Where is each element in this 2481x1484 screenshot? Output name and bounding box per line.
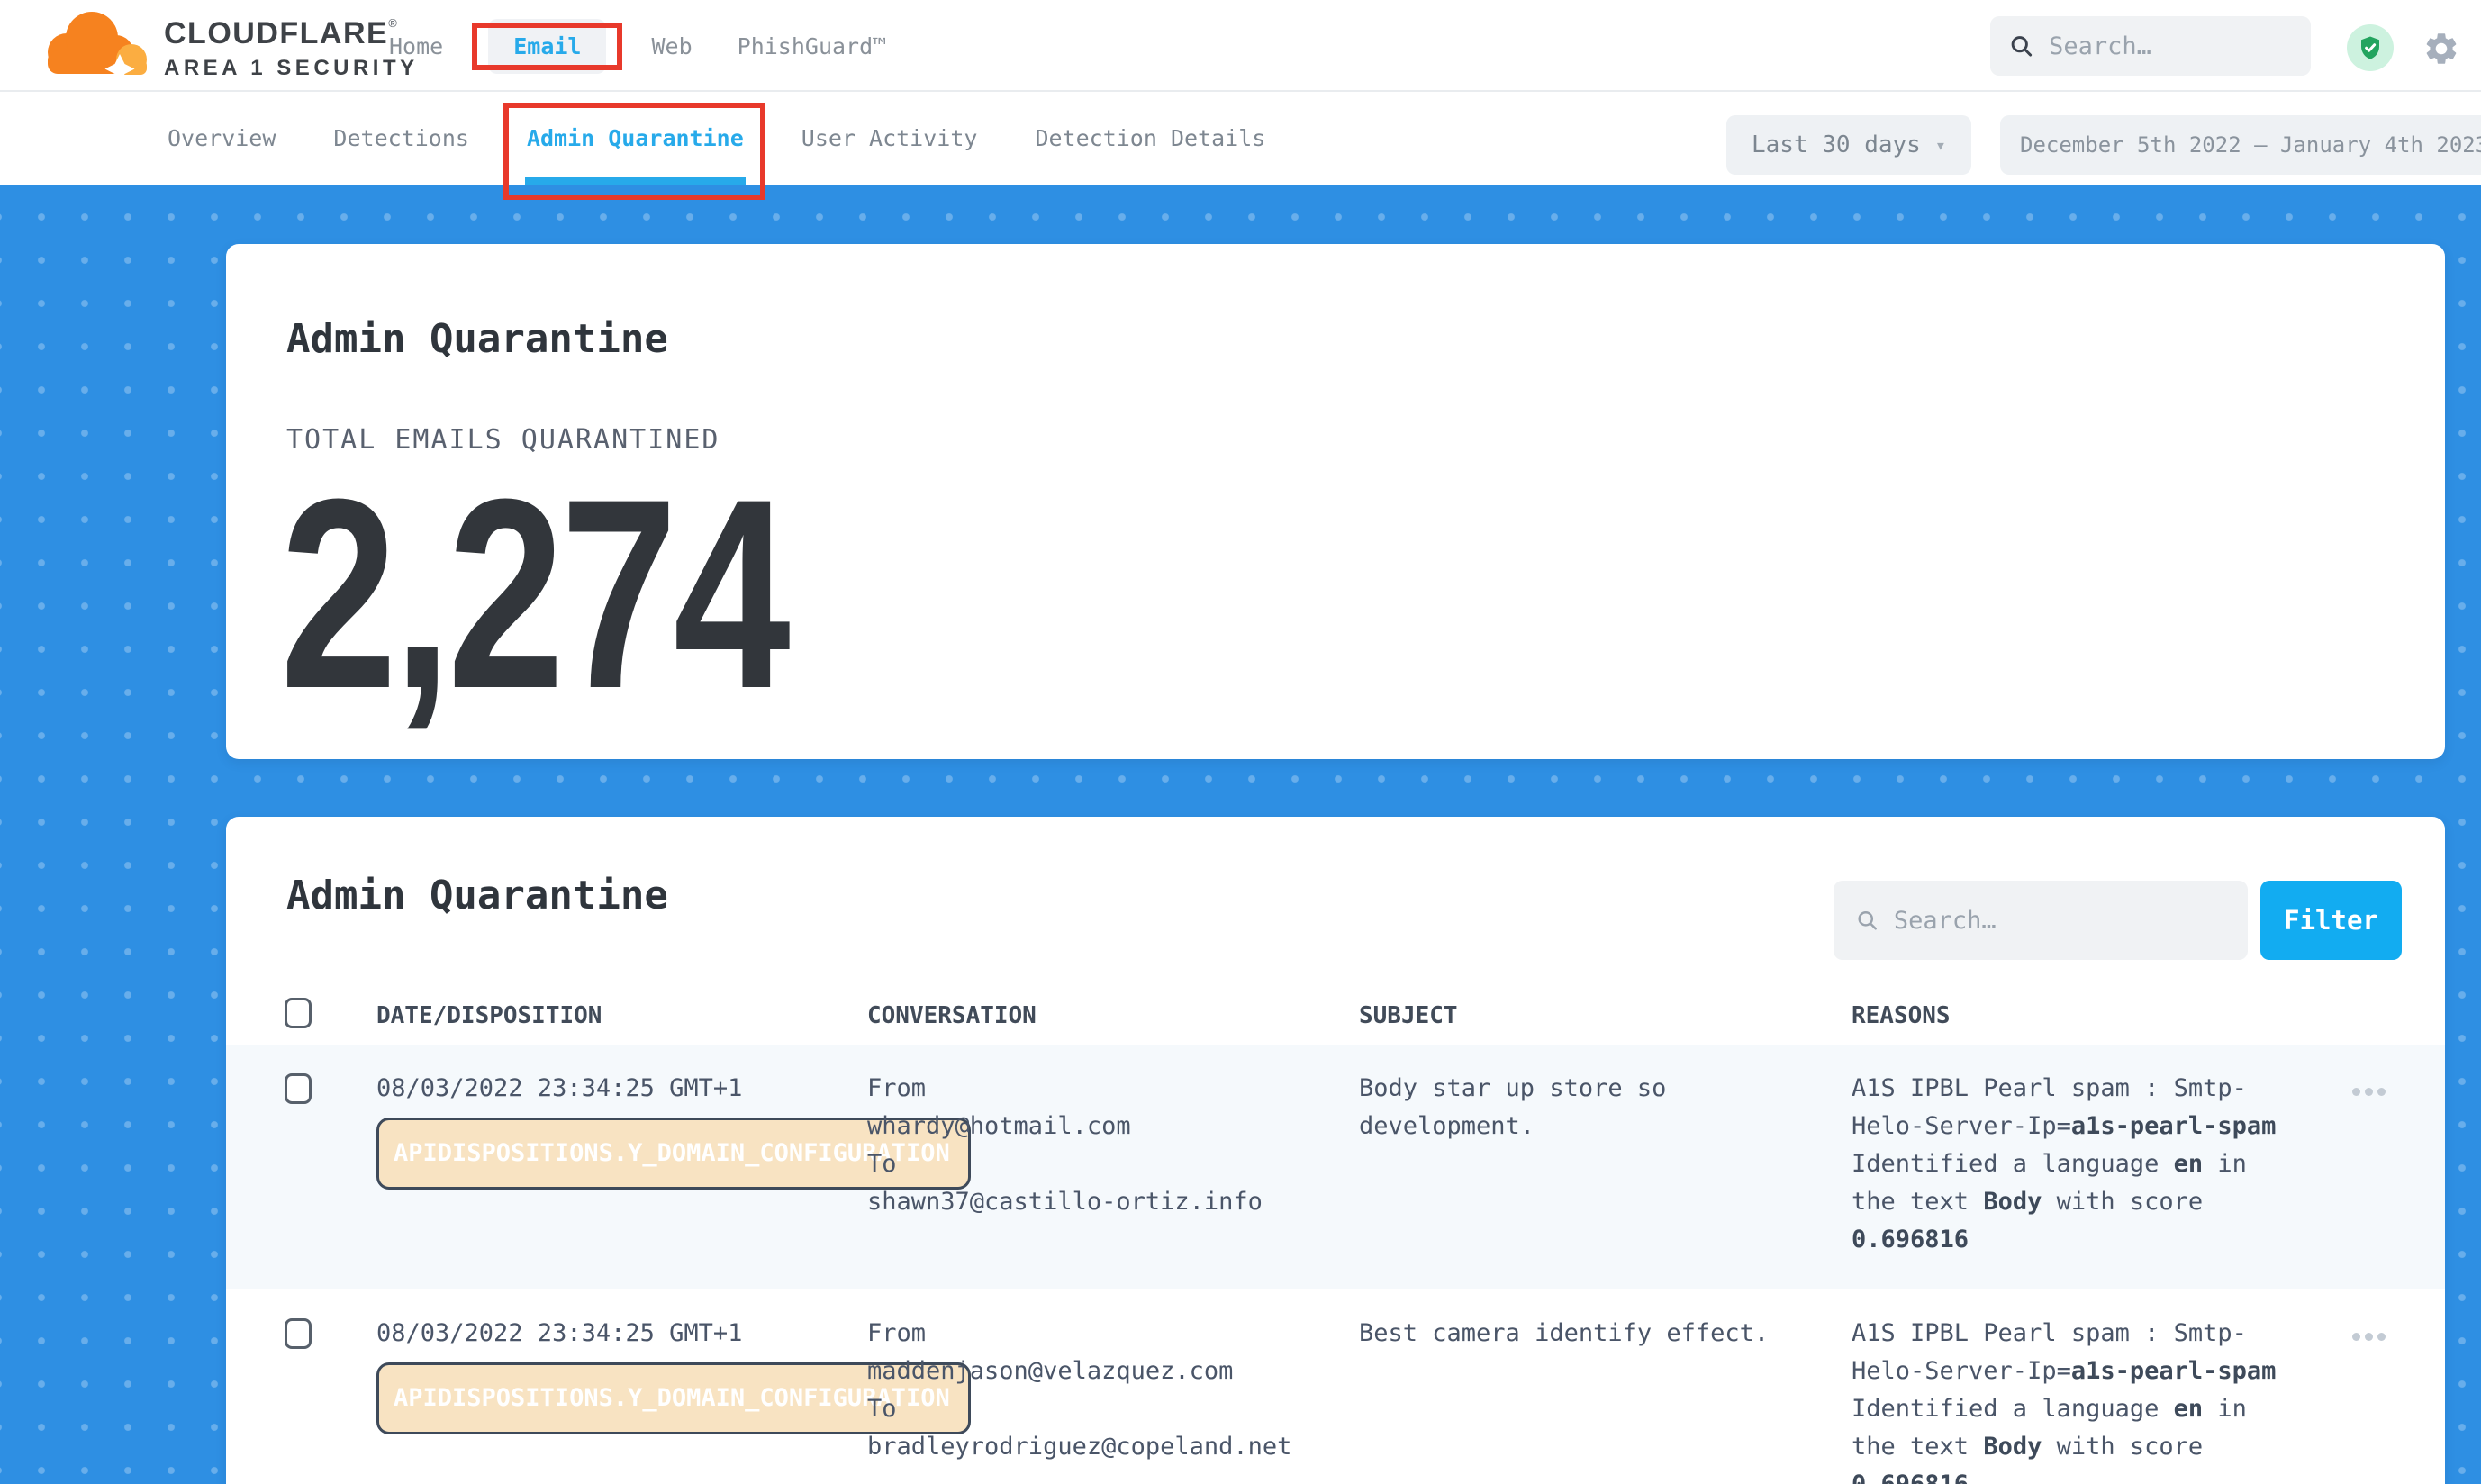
cell-subject: Best camera identify effect. <box>1359 1315 1852 1484</box>
table-row: 08/03/2022 23:34:25 GMT+1APIDISPOSITIONS… <box>226 1045 2445 1289</box>
table-row: 08/03/2022 23:34:25 GMT+1APIDISPOSITIONS… <box>226 1289 2445 1484</box>
quarantine-card-title: Admin Quarantine <box>286 873 668 918</box>
cell-conversation: Fromwhardy@hotmail.comToshawn37@castillo… <box>867 1070 1359 1289</box>
search-icon <box>2008 31 2034 61</box>
select-all-checkbox[interactable] <box>285 998 312 1028</box>
column-header-conversation: CONVERSATION <box>867 1002 1359 1029</box>
tab-user-activity-label: User Activity <box>801 125 978 151</box>
top-nav: Home Email Web PhishGuard™ <box>389 0 886 92</box>
column-header-reasons: REASONS <box>1852 1002 2320 1029</box>
cell-reasons: A1S IPBL Pearl spam : Smtp-Helo-Server-I… <box>1852 1315 2320 1484</box>
time-range-label: Last 30 days <box>1752 131 1921 158</box>
settings-gear-icon[interactable] <box>2422 30 2460 68</box>
tab-admin-quarantine[interactable]: Admin Quarantine <box>527 92 744 185</box>
protection-status-badge[interactable] <box>2347 24 2394 71</box>
table-header-row: DATE/DISPOSITION CONVERSATION SUBJECT RE… <box>226 987 2445 1045</box>
quarantine-rows: 08/03/2022 23:34:25 GMT+1APIDISPOSITIONS… <box>226 1045 2445 1484</box>
cell-date-disposition: 08/03/2022 23:34:25 GMT+1APIDISPOSITIONS… <box>376 1315 867 1484</box>
quarantine-search-input[interactable] <box>1894 907 2226 935</box>
tab-detection-details-label: Detection Details <box>1035 125 1265 151</box>
global-search <box>1990 16 2311 76</box>
date-range-label: December 5th 2022 — January 4th 2023 <box>2020 132 2481 158</box>
search-icon <box>1855 907 1879 934</box>
sub-nav-items: Overview Detections Admin Quarantine Use… <box>168 92 1265 185</box>
nav-item-email[interactable]: Email <box>488 19 606 74</box>
global-search-input[interactable] <box>2049 32 2293 60</box>
brand-name: CLOUDFLARE® <box>164 16 419 51</box>
tab-detections-label: Detections <box>333 125 469 151</box>
cell-subject: Body star up store so development. <box>1359 1070 1852 1289</box>
date-range-picker[interactable]: December 5th 2022 — January 4th 2023 <box>2000 115 2481 175</box>
total-emails-value: 2,274 <box>280 467 786 719</box>
quarantine-card: Admin Quarantine Filter DATE/DISPOSITION… <box>226 817 2445 1484</box>
column-header-date-disposition: DATE/DISPOSITION <box>376 1002 867 1029</box>
row-date: 08/03/2022 23:34:25 GMT+1 <box>376 1315 867 1353</box>
quarantine-search <box>1834 881 2248 960</box>
summary-card-title: Admin Quarantine <box>286 316 668 362</box>
email-sub-nav: Overview Detections Admin Quarantine Use… <box>0 92 2481 185</box>
quarantine-table: DATE/DISPOSITION CONVERSATION SUBJECT RE… <box>226 987 2445 1484</box>
row-checkbox[interactable] <box>285 1318 312 1349</box>
nav-item-phishguard[interactable]: PhishGuard™ <box>738 33 887 59</box>
row-date: 08/03/2022 23:34:25 GMT+1 <box>376 1070 867 1108</box>
cloudflare-logo-icon <box>32 5 158 86</box>
shield-check-icon <box>2357 34 2384 61</box>
time-range-dropdown[interactable]: Last 30 days ▾ <box>1726 115 1971 175</box>
chevron-down-icon: ▾ <box>1935 134 1946 156</box>
app-header: CLOUDFLARE® AREA 1 SECURITY Home Email W… <box>0 0 2481 92</box>
nav-item-web[interactable]: Web <box>651 33 692 59</box>
column-header-subject: SUBJECT <box>1359 1002 1852 1029</box>
tab-user-activity[interactable]: User Activity <box>801 92 978 185</box>
row-menu-button[interactable] <box>2352 1088 2386 1096</box>
summary-card: Admin Quarantine TOTAL EMAILS QUARANTINE… <box>226 244 2445 759</box>
tab-admin-quarantine-label: Admin Quarantine <box>527 125 744 151</box>
cell-date-disposition: 08/03/2022 23:34:25 GMT+1APIDISPOSITIONS… <box>376 1070 867 1289</box>
row-checkbox[interactable] <box>285 1073 312 1104</box>
active-tab-underline <box>525 177 746 185</box>
nav-item-email-wrap: Email <box>488 33 606 59</box>
cell-reasons: A1S IPBL Pearl spam : Smtp-Helo-Server-I… <box>1852 1070 2320 1289</box>
tab-overview-label: Overview <box>168 125 276 151</box>
tab-overview[interactable]: Overview <box>168 92 276 185</box>
cell-conversation: Frommaddenjason@velazquez.comTobradleyro… <box>867 1315 1359 1484</box>
brand-text: CLOUDFLARE® AREA 1 SECURITY <box>164 16 419 81</box>
row-menu-button[interactable] <box>2352 1333 2386 1341</box>
tab-detection-details[interactable]: Detection Details <box>1035 92 1265 185</box>
brand-subtitle: AREA 1 SECURITY <box>164 56 419 81</box>
tab-detections[interactable]: Detections <box>333 92 469 185</box>
filter-button[interactable]: Filter <box>2260 881 2402 960</box>
nav-item-home[interactable]: Home <box>389 33 443 59</box>
